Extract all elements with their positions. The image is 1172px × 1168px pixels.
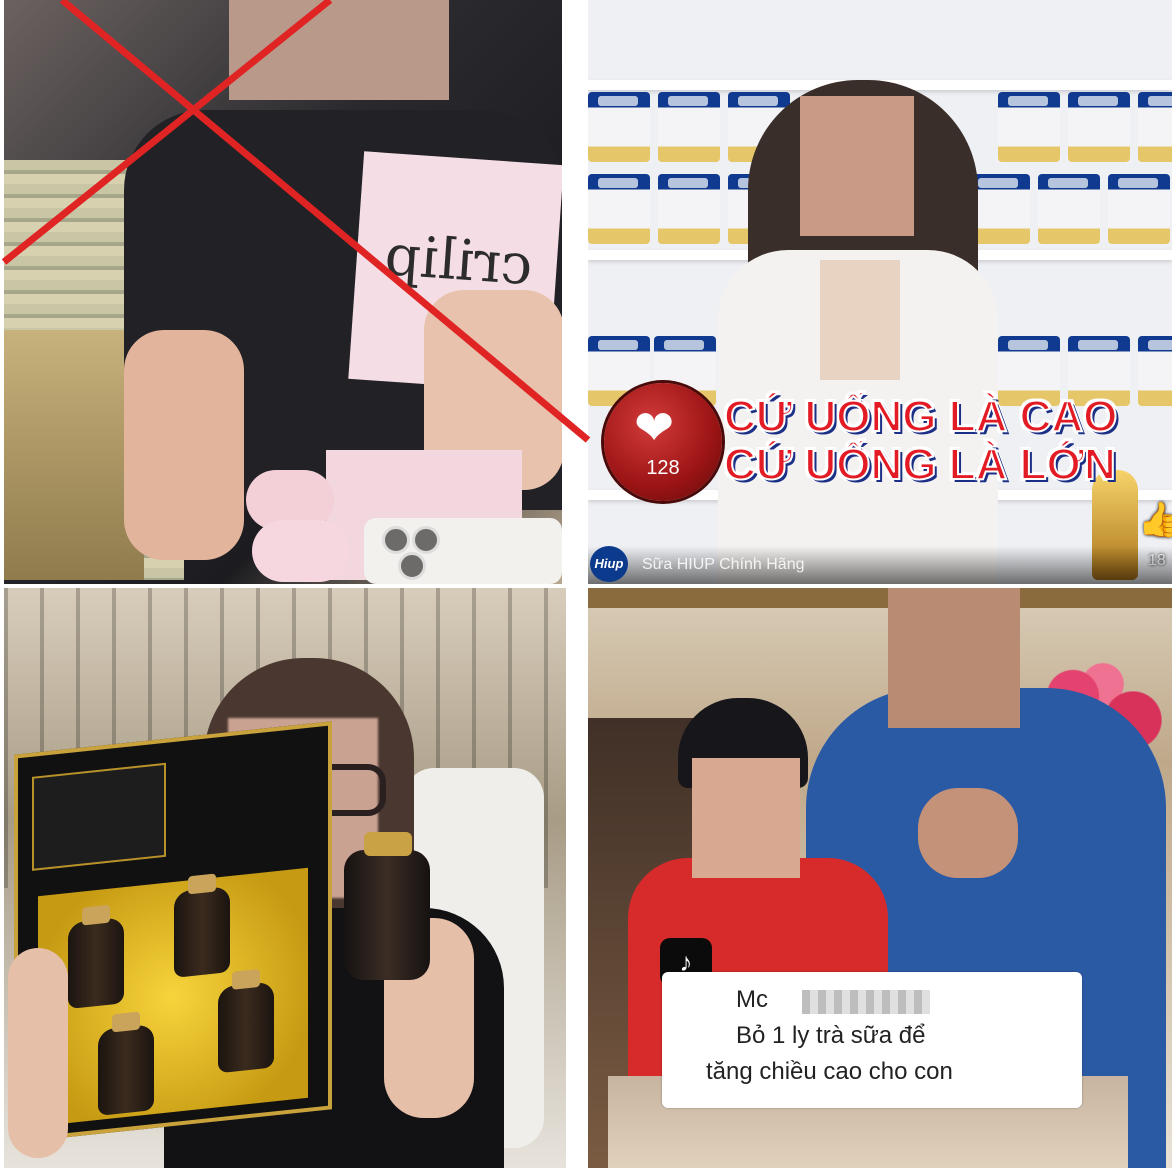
cross-line (1, 0, 333, 265)
cross-line (59, 0, 591, 443)
cross-out-mark (1, 0, 591, 443)
collage-grid: crilip ❤ 128 CỨ UỐNG LÀ CAO CỨ UỐNG LÀ L… (0, 0, 1172, 1168)
